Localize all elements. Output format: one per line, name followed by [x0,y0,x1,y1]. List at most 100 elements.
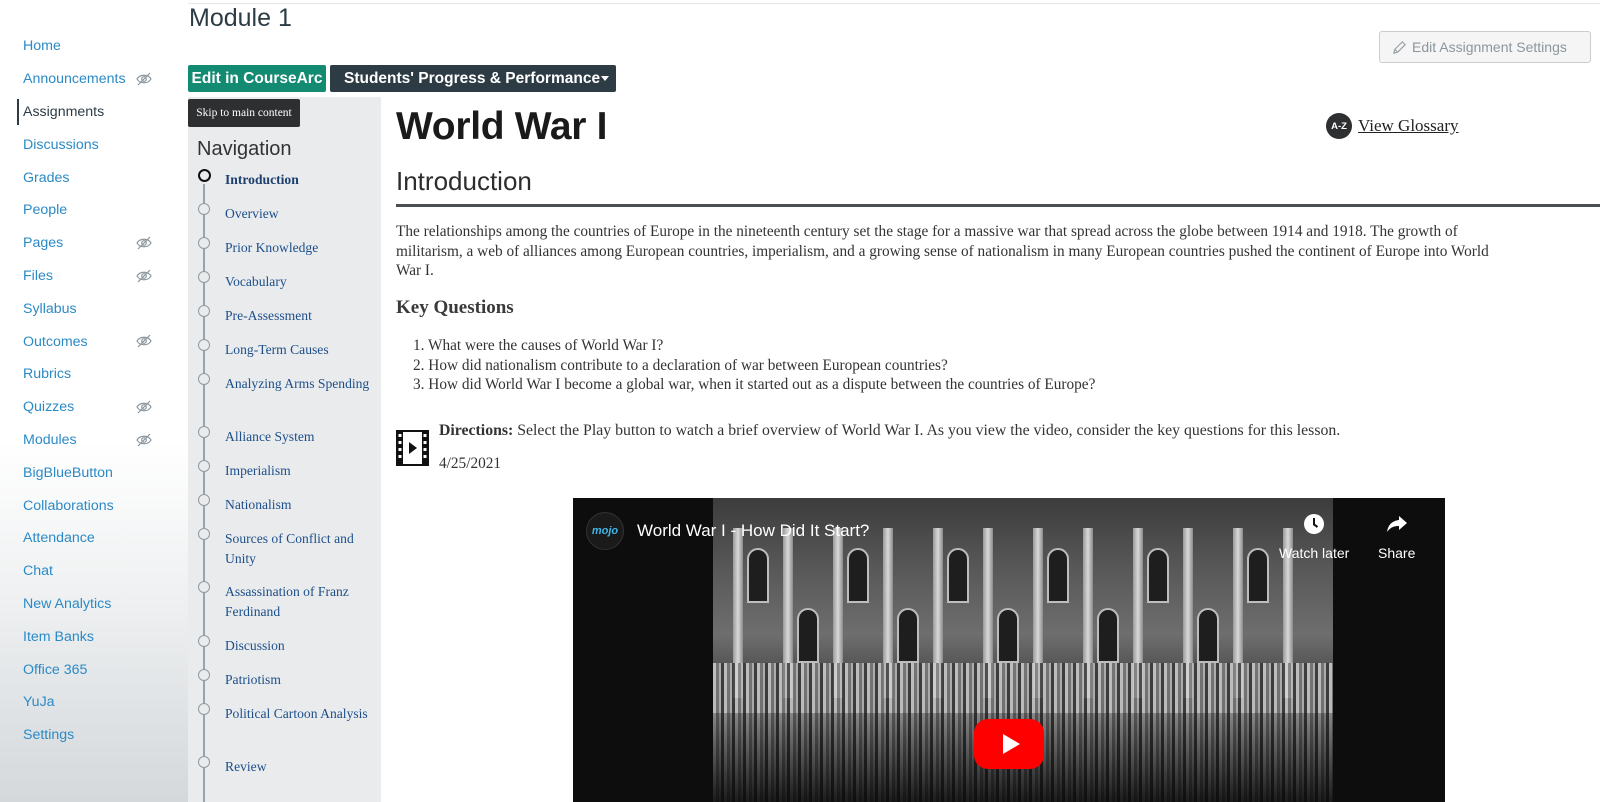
step-marker-icon [198,669,210,681]
facade-window [797,608,819,663]
course-nav-item[interactable]: Attendance [0,522,188,555]
step-marker-icon [198,756,210,768]
course-nav-item[interactable]: Settings [0,719,188,752]
course-nav-link[interactable]: Assignments [23,104,104,120]
course-nav-link[interactable]: Home [23,38,61,54]
course-nav-item[interactable]: Pages [0,227,188,260]
step-marker-icon [198,460,210,472]
lesson-date: 4/25/2021 [439,455,502,472]
course-nav-item[interactable]: Rubrics [0,358,188,391]
watch-later-label: Watch later [1279,545,1350,561]
course-nav-item[interactable]: YuJa [0,686,188,719]
course-nav-link[interactable]: Announcements [23,71,126,87]
key-questions-heading: Key Questions [396,297,514,318]
module-step-link[interactable]: Vocabulary [225,272,375,292]
module-step-link[interactable]: Nationalism [225,495,375,515]
edit-assignment-settings-button[interactable]: Edit Assignment Settings [1379,31,1591,63]
course-nav-link[interactable]: Files [23,268,53,284]
key-questions-list: 1. What were the causes of World War I? 2… [413,336,1095,395]
course-nav-link[interactable]: YuJa [23,694,55,710]
step-marker-icon [198,494,210,506]
course-nav-link[interactable]: Rubrics [23,366,71,382]
skip-to-main-content-link[interactable]: Skip to main content [188,99,300,127]
share-arrow-icon [1386,516,1407,532]
course-nav-link[interactable]: Quizzes [23,399,74,415]
course-nav-item[interactable]: Item Banks [0,620,188,653]
share-label: Share [1378,545,1416,561]
course-nav-item[interactable]: Chat [0,555,188,588]
module-step-link[interactable]: Overview [225,204,375,224]
facade-window [1197,608,1219,663]
course-nav-item[interactable]: Syllabus [0,292,188,325]
course-nav-link[interactable]: Pages [23,235,63,251]
course-nav-link[interactable]: Item Banks [23,629,94,645]
module-step-link[interactable]: Introduction [225,170,375,190]
facade-window [1147,548,1169,603]
facade-window [1097,608,1119,663]
module-step-link[interactable]: Review [225,757,375,777]
module-step-link[interactable]: Political Cartoon Analysis [225,704,375,724]
a-z-glossary-icon: A-Z [1326,113,1352,139]
step-marker-icon [198,581,210,593]
course-nav-link[interactable]: BigBlueButton [23,465,113,481]
course-nav-item[interactable]: New Analytics [0,588,188,621]
module-title: Module 1 [189,4,292,32]
view-glossary-link[interactable]: View Glossary [1358,116,1459,136]
module-step-link[interactable]: Pre-Assessment [225,306,375,326]
channel-logo[interactable]: mojo [586,512,624,550]
course-nav-item[interactable]: Collaborations [0,489,188,522]
eye-slash-icon [136,236,152,250]
facade-window [1247,548,1269,603]
course-nav-link[interactable]: Attendance [23,530,95,546]
video-title[interactable]: World War I - How Did It Start? [637,521,869,541]
share-button[interactable]: Share [1378,512,1415,561]
youtube-video-player[interactable]: mojo World War I - How Did It Start? Wat… [573,498,1445,802]
course-nav-link[interactable]: Office 365 [23,662,87,678]
module-step-link[interactable]: Imperialism [225,461,375,481]
play-button[interactable] [974,719,1044,769]
course-nav-link[interactable]: New Analytics [23,596,111,612]
directions-label: Directions: [439,422,514,439]
module-step-link[interactable]: Prior Knowledge [225,238,375,258]
course-nav-item[interactable]: Discussions [0,128,188,161]
course-nav-link[interactable]: Collaborations [23,498,114,514]
edit-in-coursearc-button[interactable]: Edit in CourseArc [188,65,326,92]
course-nav-item[interactable]: Outcomes [0,325,188,358]
course-nav-link[interactable]: Discussions [23,137,99,153]
section-divider [396,204,1600,207]
intro-line: militarism, a web of alliances among Eur… [396,242,1489,260]
module-step-link[interactable]: Sources of Conflict and Unity [225,529,375,568]
course-nav-link[interactable]: Outcomes [23,334,88,350]
course-nav-link[interactable]: People [23,202,67,218]
course-nav-link[interactable]: Chat [23,563,53,579]
key-question-item: 1. What were the causes of World War I? [413,337,664,354]
course-nav-item[interactable]: Home [0,30,188,63]
course-nav-link[interactable]: Syllabus [23,301,77,317]
module-step-link[interactable]: Alliance System [225,427,375,447]
module-navigation-panel [188,97,381,802]
course-nav-item[interactable]: Modules [0,424,188,457]
course-nav-item[interactable]: People [0,194,188,227]
view-glossary[interactable]: A-Z View Glossary [1326,113,1459,139]
module-step-link[interactable]: Patriotism [225,670,375,690]
course-nav-link[interactable]: Modules [23,432,77,448]
module-step-link[interactable]: Analyzing Arms Spending [225,374,375,394]
course-nav-item[interactable]: Grades [0,161,188,194]
step-marker-icon [198,703,210,715]
course-nav-item[interactable]: Quizzes [0,391,188,424]
course-nav-item[interactable]: Files [0,260,188,293]
course-nav-item[interactable]: Office 365 [0,653,188,686]
intro-paragraph: The relationships among the countries of… [396,222,1600,281]
watch-later-button[interactable]: Watch later [1279,512,1349,561]
students-progress-dropdown[interactable]: Students' Progress & Performance [330,65,616,92]
film-strip-icon [396,430,429,466]
course-nav-item[interactable]: BigBlueButton [0,456,188,489]
module-step-link[interactable]: Assassination of Franz Ferdinand [225,582,375,621]
course-nav-link[interactable]: Grades [23,170,70,186]
module-step-link[interactable]: Long-Term Causes [225,340,375,360]
module-step-link[interactable]: Discussion [225,636,375,656]
course-nav-item[interactable]: Announcements [0,63,188,96]
edit-assignment-settings-label: Edit Assignment Settings [1412,39,1567,55]
course-nav-link[interactable]: Settings [23,727,74,743]
course-nav-item[interactable]: Assignments [0,96,188,129]
